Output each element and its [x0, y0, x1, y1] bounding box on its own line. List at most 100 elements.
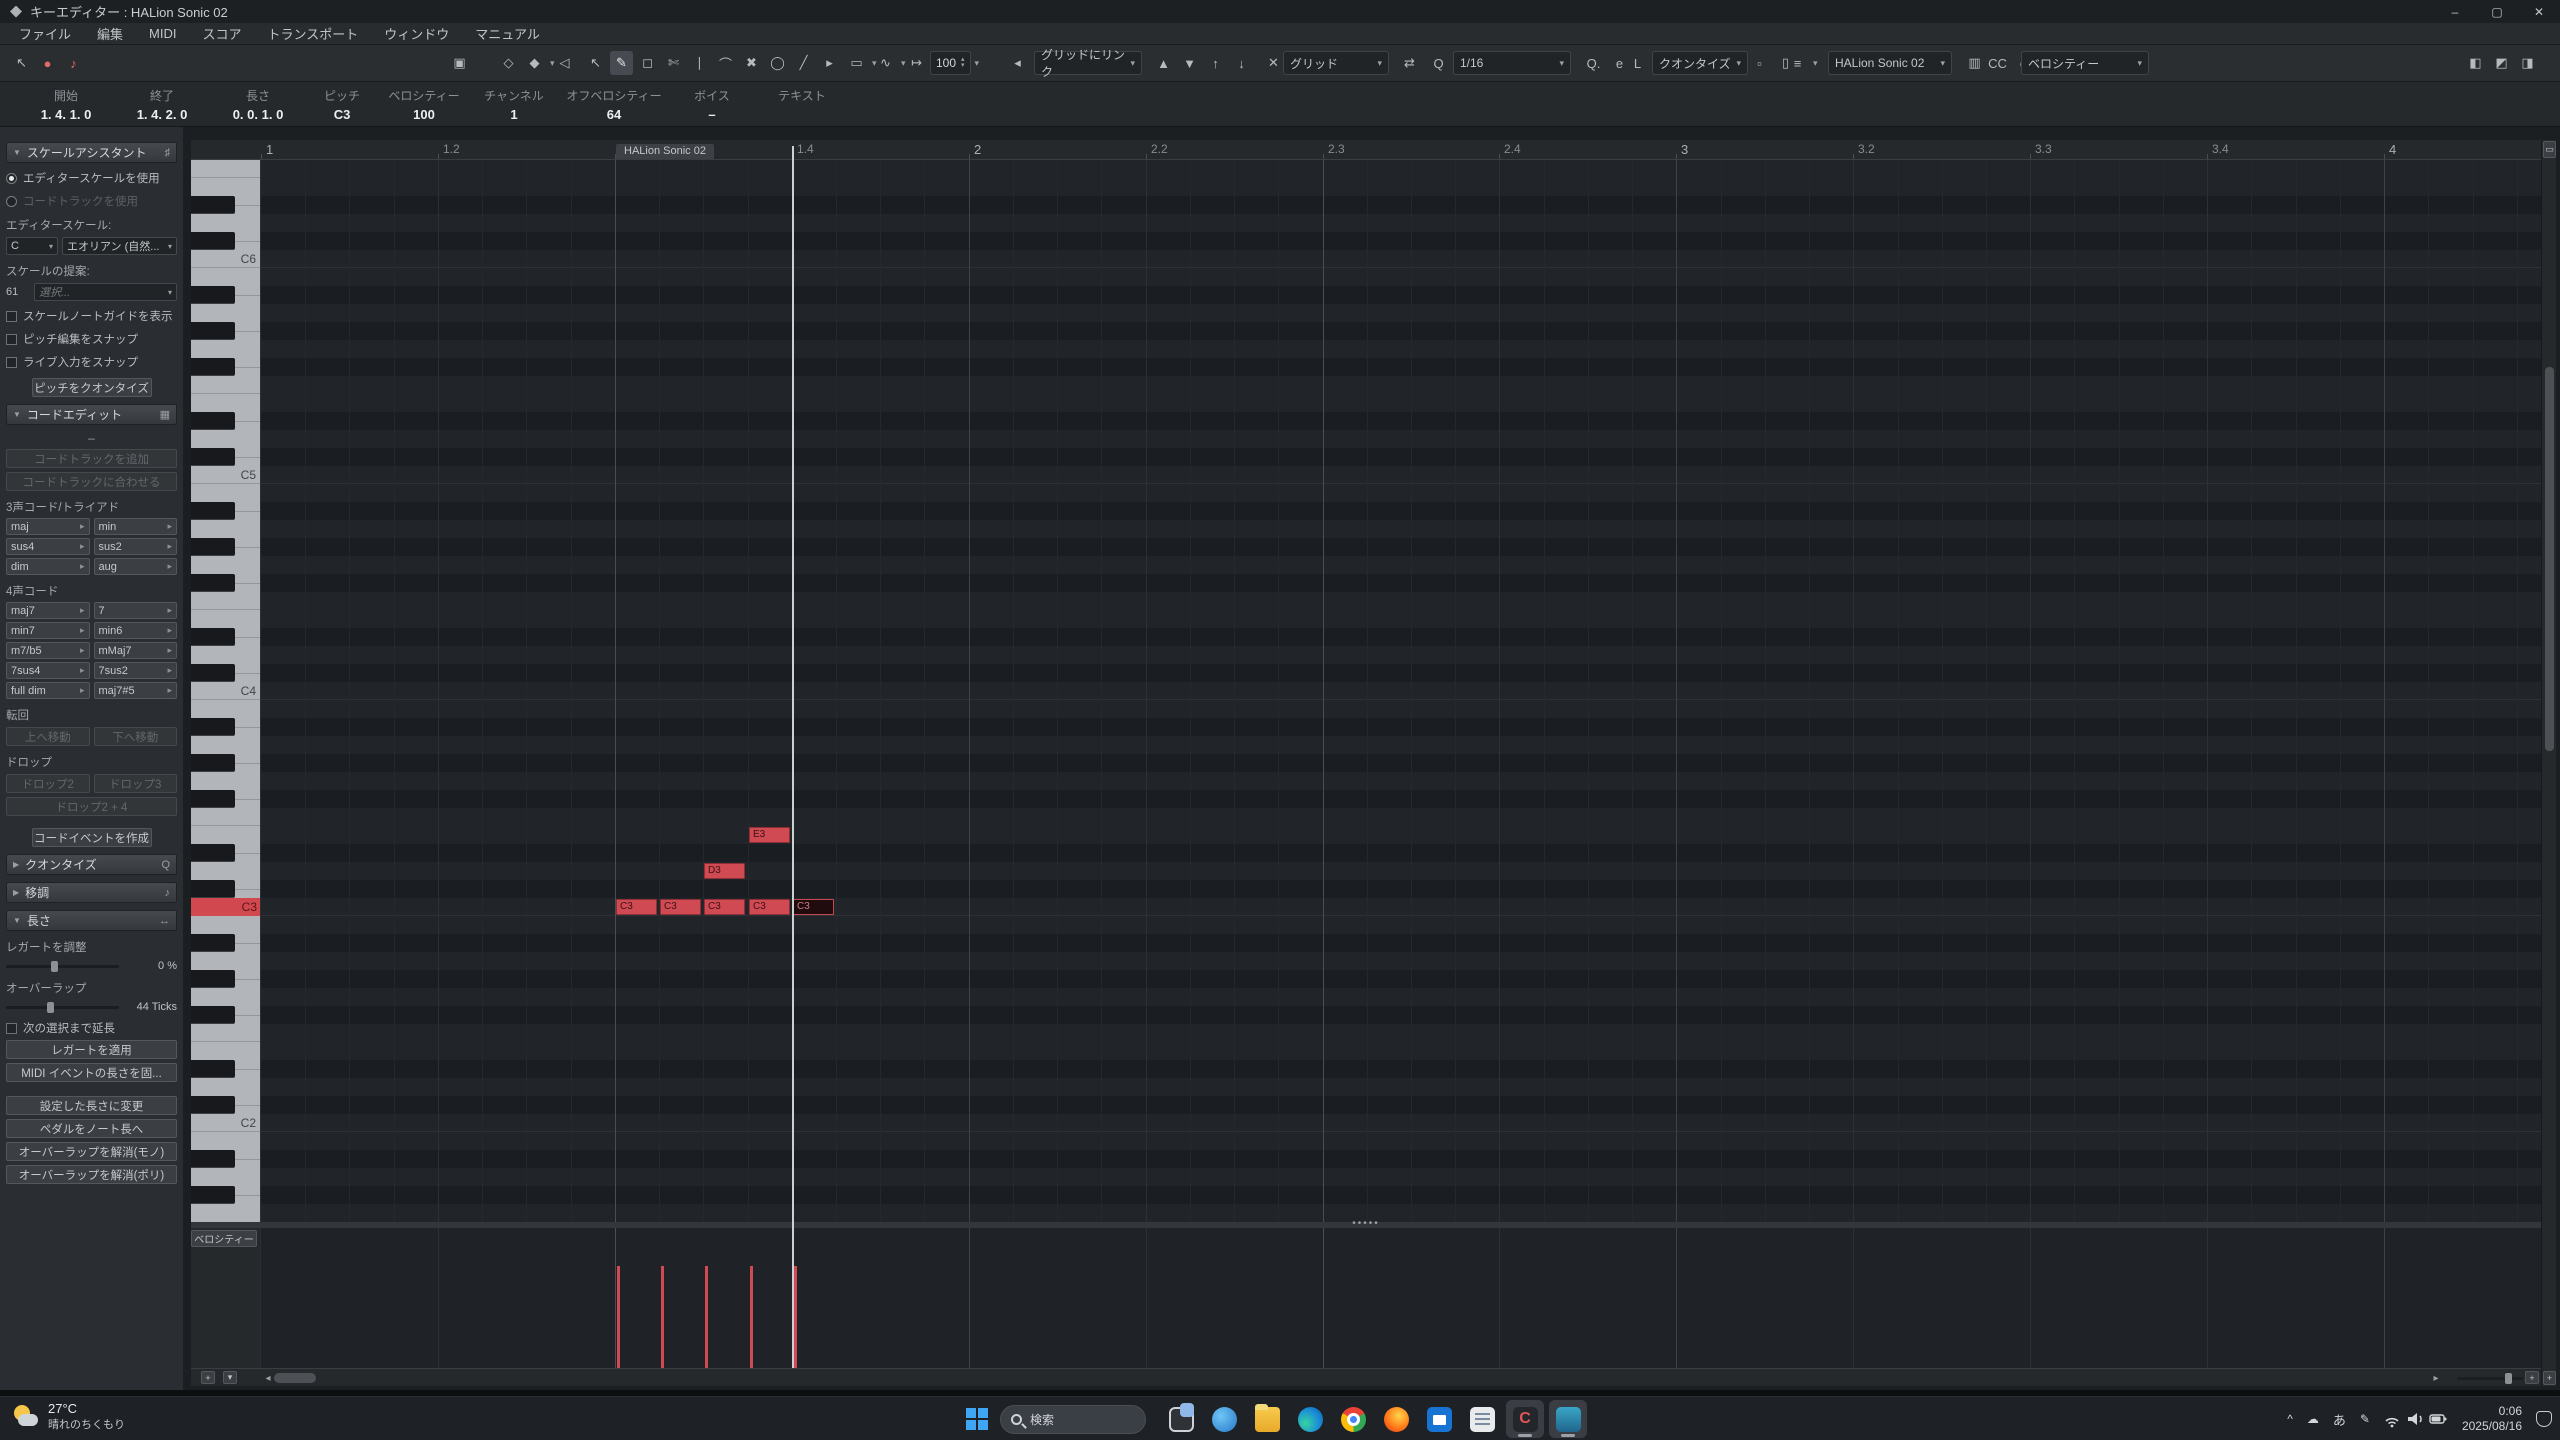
taskbar-search[interactable]: 検索 [1000, 1405, 1146, 1434]
legato-slider[interactable]: 0 % [6, 960, 177, 972]
chord-apply-arrow-icon[interactable]: ▸ [167, 625, 172, 636]
start-button[interactable] [962, 1404, 992, 1434]
midi-note-C3-selected[interactable]: C3 [793, 899, 834, 915]
menu-item-4[interactable]: トランスポート [255, 23, 372, 45]
horizontal-zoom-slider[interactable] [2457, 1377, 2523, 1380]
right-zone-toggle-icon[interactable]: ◨ [2516, 51, 2539, 75]
section-scale-assistant[interactable]: ▼ スケールアシスタント ♯ [6, 142, 177, 163]
title-bar[interactable]: キーエディター : HALion Sonic 02 – ▢ ✕ [0, 0, 2560, 23]
vertical-scrollbar[interactable]: ▭ + [2541, 140, 2556, 1386]
network-volume-battery-icons[interactable] [2384, 1410, 2448, 1428]
setup-window-zones-icon[interactable]: ▣ [448, 51, 471, 75]
close-button[interactable]: ✕ [2518, 0, 2560, 23]
step-down-icon[interactable]: ▾ [961, 63, 965, 69]
chord-apply-arrow-icon[interactable]: ▸ [80, 685, 85, 696]
midi-note-C3[interactable]: C3 [616, 899, 657, 915]
chord-button-mMaj7[interactable]: mMaj7▸ [94, 642, 178, 659]
chord-button-min[interactable]: min▸ [94, 518, 178, 535]
velocity-bar[interactable] [617, 1266, 620, 1368]
radio-use-chord-track[interactable]: コードトラックを使用 [6, 193, 177, 209]
vertical-scroll-thumb[interactable] [2545, 367, 2554, 751]
piano-key-black[interactable] [191, 538, 235, 556]
piano-key-black[interactable] [191, 844, 235, 862]
onedrive-icon[interactable]: ☁ [2307, 1412, 2319, 1426]
controller-lane-select[interactable]: ベロシティー▾ [2021, 51, 2149, 75]
chord-button-maj[interactable]: maj▸ [6, 518, 90, 535]
info-field-6[interactable]: オフベロシティー64 [558, 82, 670, 126]
velocity-bar[interactable] [750, 1266, 753, 1368]
taskbar-app-chrome[interactable] [1334, 1400, 1372, 1438]
note-grid[interactable]: C3C3C3C3C3D3E3 [261, 160, 2541, 1222]
zoom-tool-icon[interactable]: ◯ [766, 51, 789, 75]
scroll-right-arrow[interactable]: ▸ [2429, 1371, 2443, 1385]
midi-part-label[interactable]: HALion Sonic 02 [616, 144, 714, 159]
chord-button-7[interactable]: 7▸ [94, 602, 178, 619]
inversion-button-1[interactable]: 下へ移動 [94, 727, 178, 746]
chord-button-dim[interactable]: dim▸ [6, 558, 90, 575]
piano-key-black[interactable] [191, 664, 235, 682]
chord-button-7sus2[interactable]: 7sus2▸ [94, 662, 178, 679]
velocity-bar[interactable] [661, 1266, 664, 1368]
piano-key-black[interactable] [191, 880, 235, 898]
piano-keyboard[interactable]: C6C5C4C3C2 [191, 160, 261, 1222]
pointer-icon[interactable]: ↖ [10, 51, 33, 75]
midi-note-D3[interactable]: D3 [704, 863, 745, 879]
quantize-pitch-button[interactable]: ピッチをクオンタイズ [32, 378, 152, 397]
playhead-cursor[interactable] [792, 146, 794, 1368]
info-field-2[interactable]: 長さ0. 0. 1. 0 [210, 82, 306, 126]
chord-apply-arrow-icon[interactable]: ▸ [167, 665, 172, 676]
snap-off-icon[interactable]: ✕ [1262, 51, 1285, 75]
length-button-0[interactable]: レガートを適用 [6, 1040, 177, 1059]
chord-apply-arrow-icon[interactable]: ▸ [167, 645, 172, 656]
add-chord-track-button[interactable]: コードトラックを追加 [6, 449, 177, 468]
part-select[interactable]: HALion Sonic 02▾ [1828, 51, 1952, 75]
velocity-bar[interactable] [705, 1266, 708, 1368]
midi-note-C3[interactable]: C3 [660, 899, 701, 915]
piano-key-black[interactable] [191, 1006, 235, 1024]
chord-button-maj7[interactable]: maj7▸ [6, 602, 90, 619]
menu-item-5[interactable]: ウィンドウ [371, 23, 462, 45]
menu-item-1[interactable]: 編集 [84, 23, 136, 45]
lane-menu-button[interactable]: ▾ [223, 1371, 237, 1384]
clock[interactable]: 0:06 2025/08/16 [2462, 1404, 2522, 1434]
quantize-icon-icon[interactable]: Q [1427, 51, 1450, 75]
horizontal-scrollbar[interactable]: ◂ ▸ + [261, 1368, 2541, 1386]
apply-quantize-icon[interactable]: Q. [1582, 51, 1605, 75]
length-quantize-select[interactable]: クオンタイズ▾ [1652, 51, 1748, 75]
piano-key-black[interactable] [191, 448, 235, 466]
piano-key-highlighted-C3[interactable]: C3 [191, 898, 261, 916]
midi-note-C3[interactable]: C3 [749, 899, 790, 915]
trim-tool-icon[interactable]: ✄ [662, 51, 685, 75]
lower-zone-toggle-icon[interactable]: ◩ [2490, 51, 2513, 75]
length-button-3[interactable]: ペダルをノート長へ [6, 1119, 177, 1138]
section-quantize[interactable]: ▶ クオンタイズ Q [6, 854, 177, 875]
info-field-8[interactable]: テキスト [754, 82, 850, 126]
slider-handle[interactable] [51, 961, 58, 972]
vertical-zoom-button[interactable]: + [2543, 1371, 2556, 1385]
info-field-4[interactable]: ベロシティー100 [378, 82, 470, 126]
piano-key-black[interactable] [191, 196, 235, 214]
piano-key-black[interactable] [191, 574, 235, 592]
controller-lane-label[interactable]: ベロシティー [191, 1230, 257, 1247]
maximize-button[interactable]: ▢ [2476, 0, 2518, 23]
acoustic-feedback-icon[interactable]: ♪ [62, 51, 85, 75]
length-button-2[interactable]: 設定した長さに変更 [6, 1096, 177, 1115]
insert-velocity[interactable]: 100▴▾ [930, 51, 971, 75]
play-tool-icon[interactable]: ▸ [818, 51, 841, 75]
velocity-bar[interactable] [794, 1266, 797, 1368]
menu-item-2[interactable]: MIDI [136, 23, 189, 45]
chord-button-fulldim[interactable]: full dim▸ [6, 682, 90, 699]
line-mode-icon[interactable]: ∿ [874, 51, 897, 75]
split-tool-icon[interactable]: ∣ [688, 51, 711, 75]
menu-item-3[interactable]: スコア [189, 23, 254, 45]
erase-tool-icon[interactable]: ◻ [636, 51, 659, 75]
object-selection-tool-icon[interactable]: ↖ [584, 51, 607, 75]
midi-note-C3[interactable]: C3 [704, 899, 745, 915]
checkbox-extend-to-next[interactable]: 次の選択まで延長 [6, 1020, 177, 1036]
tray-chevron-up-icon[interactable]: ^ [2287, 1412, 2293, 1426]
step-up-icon[interactable]: ↑ [1204, 51, 1227, 75]
chord-button-7sus4[interactable]: 7sus4▸ [6, 662, 90, 679]
chord-apply-arrow-icon[interactable]: ▸ [167, 521, 172, 532]
lane-resize-handle[interactable]: ••••• [191, 1222, 2541, 1228]
piano-key-black[interactable] [191, 358, 235, 376]
